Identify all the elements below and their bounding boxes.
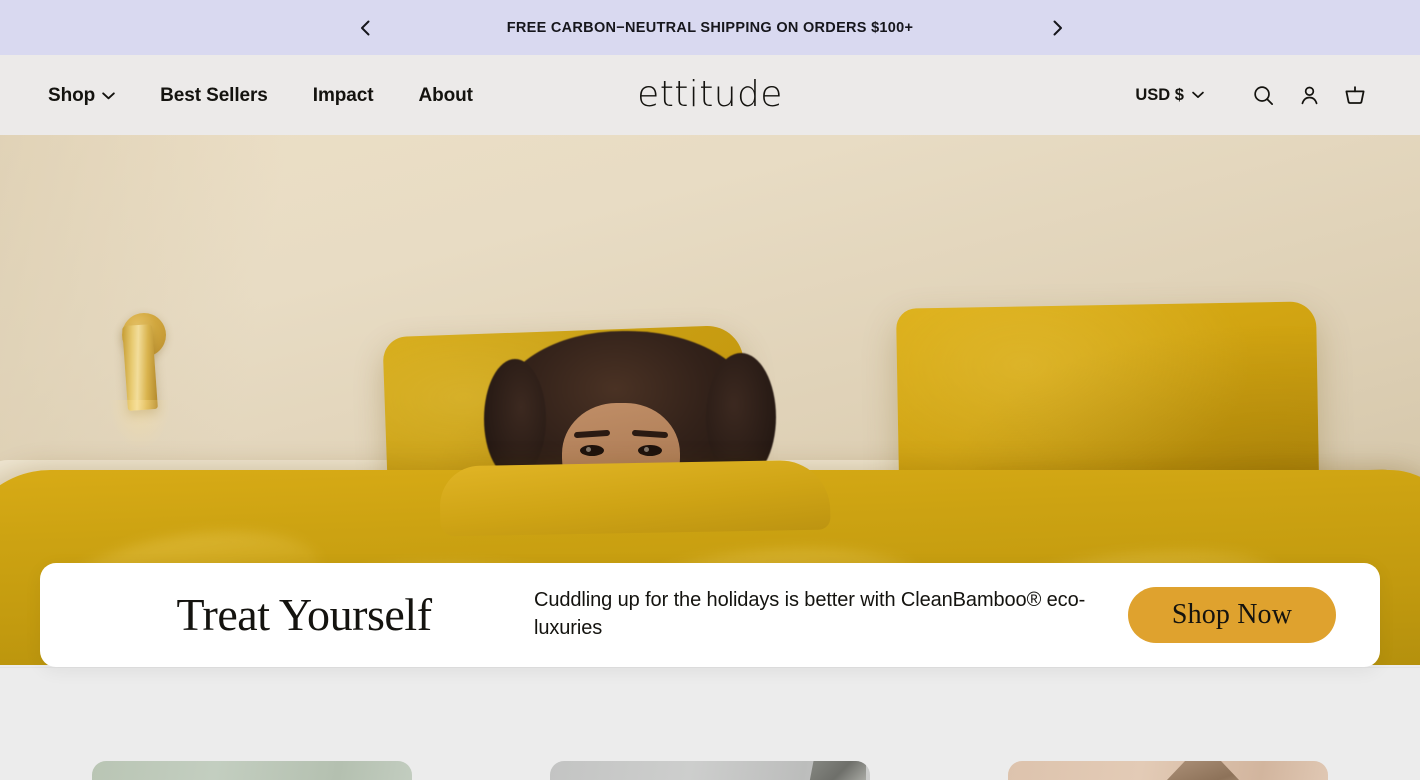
nav-item-best-sellers-label: Best Sellers: [160, 84, 268, 106]
product-card-gray[interactable]: [550, 761, 870, 780]
search-button[interactable]: [1246, 78, 1280, 112]
chevron-down-icon: [1192, 91, 1204, 98]
nav-item-about[interactable]: About: [418, 80, 473, 111]
currency-label: USD $: [1135, 85, 1184, 104]
site-logo[interactable]: ettitude: [637, 77, 783, 113]
nav-item-best-sellers[interactable]: Best Sellers: [160, 80, 268, 111]
search-icon: [1253, 85, 1273, 105]
announcement-text: FREE CARBON−NEUTRAL SHIPPING ON ORDERS $…: [506, 19, 914, 36]
currency-selector[interactable]: USD $: [1135, 87, 1204, 104]
eyebrow: [573, 429, 611, 439]
eye: [580, 445, 604, 456]
eyebrow: [631, 429, 669, 439]
nav-item-shop-label: Shop: [48, 84, 96, 106]
chevron-left-icon: [360, 20, 369, 35]
duvet-fold-edge: [439, 459, 831, 537]
site-header: Shop Best Sellers Impact About ettitude …: [0, 55, 1420, 135]
eye: [638, 445, 662, 456]
header-utilities: USD $: [1135, 78, 1372, 112]
nav-item-about-label: About: [418, 84, 473, 106]
chevron-down-icon: [102, 92, 115, 100]
shop-now-button[interactable]: Shop Now: [1128, 587, 1336, 643]
announcement-next-button[interactable]: [1044, 15, 1070, 41]
chevron-right-icon: [1053, 20, 1062, 35]
product-card-list: [0, 668, 1420, 780]
product-card-blush[interactable]: [1008, 761, 1328, 780]
announcement-bar: FREE CARBON−NEUTRAL SHIPPING ON ORDERS $…: [0, 0, 1420, 55]
wall-sconce-icon: [122, 324, 158, 411]
nav-item-impact-label: Impact: [312, 84, 374, 106]
account-button[interactable]: [1292, 78, 1326, 112]
promo-banner: Treat Yourself Cuddling up for the holid…: [40, 563, 1380, 667]
nav-item-shop[interactable]: Shop: [48, 80, 115, 111]
cart-button[interactable]: [1338, 78, 1372, 112]
account-icon: [1301, 86, 1317, 104]
nav-item-impact[interactable]: Impact: [313, 80, 374, 111]
product-strip: [0, 667, 1420, 780]
product-card-sage[interactable]: [92, 761, 412, 780]
cart-icon: [1345, 86, 1365, 104]
promo-copy: Cuddling up for the holidays is better w…: [534, 589, 1086, 639]
promo-title: Treat Yourself: [176, 589, 432, 640]
primary-navigation: Shop Best Sellers Impact About: [48, 80, 473, 111]
sconce-glow: [108, 400, 172, 450]
announcement-prev-button[interactable]: [352, 15, 378, 41]
page-root: FREE CARBON−NEUTRAL SHIPPING ON ORDERS $…: [0, 0, 1420, 780]
